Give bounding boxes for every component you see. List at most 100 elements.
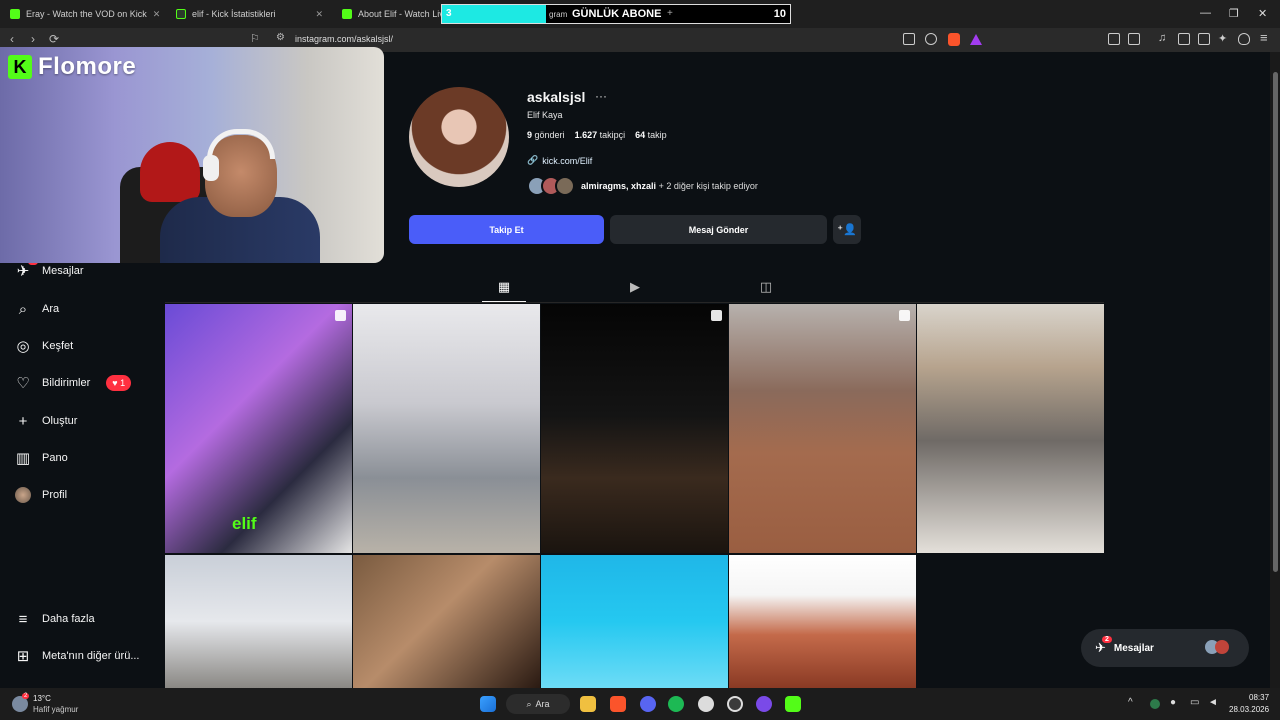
- options-icon[interactable]: ···: [595, 89, 607, 103]
- post-tile[interactable]: [541, 555, 728, 688]
- back-icon[interactable]: ‹: [10, 32, 14, 46]
- post-tile[interactable]: elif: [165, 304, 352, 553]
- start-icon[interactable]: [480, 696, 496, 712]
- scrollbar-thumb[interactable]: [1273, 72, 1278, 572]
- profile-stats: 9 gönderi 1.627 takipçi 64 takip: [527, 130, 667, 140]
- bookmark-icon[interactable]: ⚐: [250, 32, 260, 45]
- post-tile[interactable]: [541, 304, 728, 553]
- tab-title-fragment: gram: [549, 10, 568, 19]
- tab-tagged[interactable]: ◫: [758, 279, 774, 295]
- tray-app-icon[interactable]: [1150, 699, 1160, 709]
- new-tab-icon[interactable]: +: [667, 8, 673, 19]
- sidebar-item-profile[interactable]: Profil: [14, 486, 67, 504]
- maximize-icon[interactable]: ❐: [1229, 7, 1239, 20]
- kick-app-icon[interactable]: [785, 696, 801, 712]
- share-icon[interactable]: [925, 33, 937, 45]
- sidebar-toggle-icon[interactable]: [1178, 33, 1190, 45]
- sidebar-item-messages[interactable]: ✈2 Mesajlar: [14, 258, 84, 280]
- webcam-overlay: K Flomore: [0, 47, 384, 263]
- url-field[interactable]: instagram.com/askalsjsl/: [295, 34, 393, 44]
- sidebar-item-create[interactable]: + Oluştur: [14, 412, 78, 430]
- extensions-icon[interactable]: [1108, 33, 1120, 45]
- post-tile[interactable]: [165, 555, 352, 688]
- page-scrollbar[interactable]: [1270, 52, 1280, 688]
- follow-button[interactable]: Takip Et: [409, 215, 604, 244]
- tray-chevron-icon[interactable]: ^: [1128, 697, 1133, 708]
- sidebar-item-search[interactable]: ⌕ Ara: [14, 300, 59, 318]
- network-icon[interactable]: ▭: [1190, 697, 1199, 708]
- sub-goal-current: 3: [446, 8, 452, 19]
- obs-icon[interactable]: [698, 696, 714, 712]
- brave-shield-icon[interactable]: [948, 33, 960, 46]
- browser-tab[interactable]: elif - Kick İstatistikleri ✕: [166, 0, 331, 28]
- notification-count: 1: [120, 378, 126, 388]
- sidebar-item-meta[interactable]: ⊞ Meta'nın diğer ürü...: [14, 647, 140, 665]
- followers-label: takipçi: [599, 130, 626, 140]
- discord-icon[interactable]: [640, 696, 656, 712]
- clock-date[interactable]: 28.03.2026: [1229, 705, 1269, 714]
- following-stat[interactable]: 64 takip: [635, 130, 667, 140]
- sidebar-item-notifications[interactable]: ♡ Bildirimler ♥ 1: [14, 374, 132, 392]
- leo-ai-icon[interactable]: ✦: [1218, 32, 1230, 45]
- post-tile[interactable]: [353, 304, 540, 553]
- heart-icon: ♡: [16, 375, 30, 392]
- sidebar-item-label: Profil: [42, 489, 68, 501]
- cast-icon[interactable]: [903, 33, 915, 45]
- posts-stat: 9 gönderi: [527, 130, 565, 140]
- screenshot-icon[interactable]: [1128, 33, 1140, 45]
- wallet-icon[interactable]: [1198, 33, 1210, 45]
- profile-username: askalsjsl: [527, 89, 586, 105]
- site-settings-icon[interactable]: ⚙: [276, 32, 285, 43]
- brave-rewards-icon[interactable]: [970, 34, 982, 45]
- spotify-icon[interactable]: [668, 696, 684, 712]
- weather-description: Hafif yağmur: [33, 705, 79, 714]
- suggest-users-button[interactable]: ⁺👤: [833, 215, 861, 244]
- headphone-cup: [203, 155, 219, 181]
- post-tile[interactable]: [917, 304, 1104, 553]
- steam-icon[interactable]: [727, 696, 743, 712]
- forward-icon[interactable]: ›: [31, 32, 35, 46]
- browser-tab[interactable]: Eray - Watch the VOD on Kick ✕: [0, 0, 165, 28]
- profile-avatar-icon: [14, 486, 32, 504]
- sidebar-item-label: Meta'nın diğer ürü...: [42, 650, 140, 662]
- microphone-icon[interactable]: ●: [1170, 697, 1176, 708]
- minimize-icon[interactable]: —: [1200, 7, 1211, 19]
- post-tile[interactable]: [729, 555, 916, 688]
- floating-messages-button[interactable]: ✈ 2 Mesajlar: [1081, 629, 1249, 667]
- file-explorer-icon[interactable]: [580, 696, 596, 712]
- tab-reels[interactable]: ▶: [627, 279, 643, 295]
- sidebar-item-explore[interactable]: ◎ Keşfet: [14, 337, 73, 355]
- santa-hat: [140, 142, 200, 202]
- vpn-icon[interactable]: [1238, 33, 1250, 45]
- followed-by[interactable]: almiragms, xhzali + 2 diğer kişi takip e…: [527, 176, 758, 196]
- menu-icon[interactable]: ≡: [1260, 30, 1272, 45]
- profile-link[interactable]: 🔗 kick.com/Elif: [527, 155, 592, 166]
- posts-count: 9: [527, 130, 533, 140]
- close-window-icon[interactable]: ✕: [1258, 7, 1267, 20]
- reels-icon: ▶: [630, 279, 640, 294]
- close-tab-icon[interactable]: ✕: [153, 9, 161, 20]
- post-tile[interactable]: [353, 555, 540, 688]
- sidebar-item-more[interactable]: ≡ Daha fazla: [14, 610, 95, 628]
- volume-icon[interactable]: ◄: [1208, 697, 1218, 708]
- close-tab-icon[interactable]: ✕: [315, 9, 323, 20]
- sidebar-item-dashboard[interactable]: ▥ Pano: [14, 449, 68, 467]
- music-icon[interactable]: ♫: [1158, 32, 1170, 44]
- browser-tab[interactable]: About Elif - Watch Live o: [332, 0, 442, 28]
- post-tile[interactable]: [729, 304, 916, 553]
- clock-time[interactable]: 08:37: [1249, 693, 1269, 702]
- kick-logo-icon: K: [8, 55, 32, 79]
- profile-avatar[interactable]: [409, 87, 509, 187]
- tab-title: About Elif - Watch Live o: [358, 9, 442, 19]
- weather-badge: 2: [22, 693, 30, 699]
- reload-icon[interactable]: ⟳: [49, 32, 59, 46]
- taskbar-search[interactable]: ⌕ Ara: [506, 694, 570, 714]
- app-icon[interactable]: [756, 696, 772, 712]
- message-button[interactable]: Mesaj Gönder: [610, 215, 827, 244]
- followers-stat[interactable]: 1.627 takipçi: [575, 130, 626, 140]
- brave-browser-icon[interactable]: [610, 696, 626, 712]
- sub-goal-target: 10: [773, 8, 786, 20]
- tab-posts[interactable]: ▦: [496, 279, 512, 295]
- messenger-icon: ✈2: [14, 258, 38, 280]
- tagged-icon: ◫: [759, 279, 773, 294]
